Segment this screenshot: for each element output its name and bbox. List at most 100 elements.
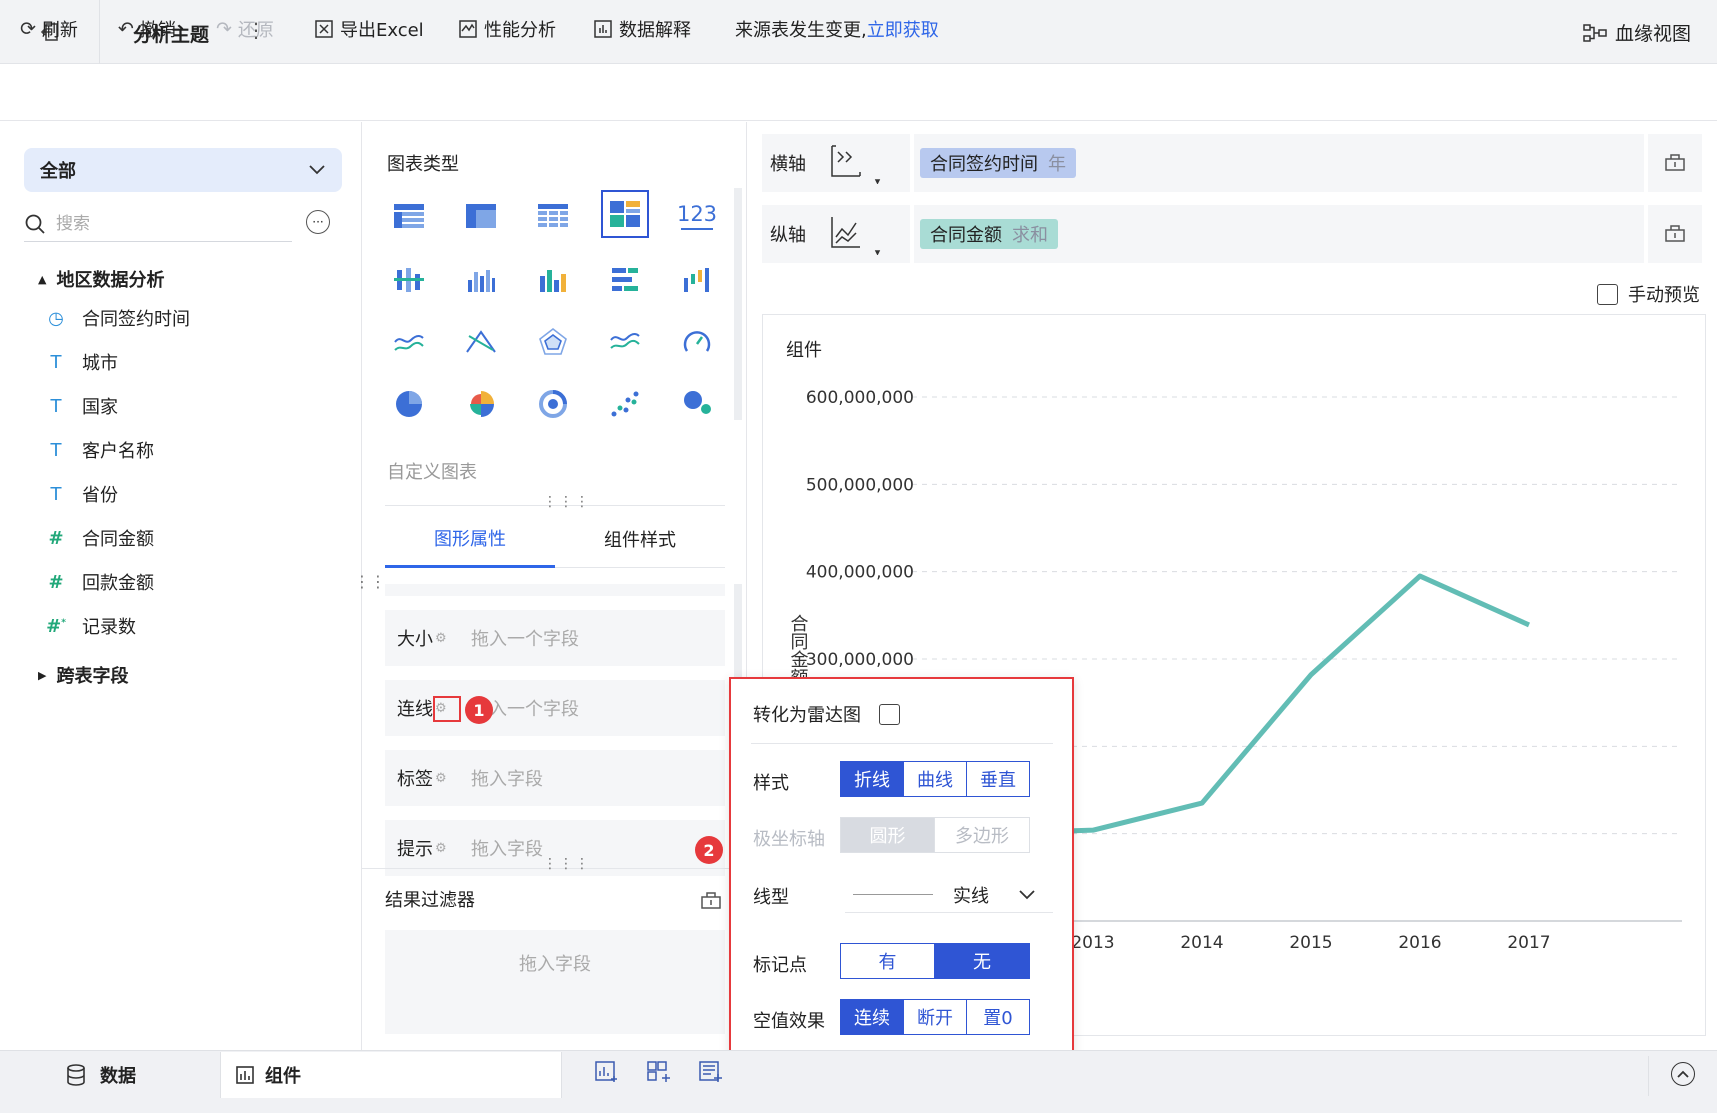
chart-type-scrollbar[interactable] <box>734 188 742 420</box>
more-options-icon[interactable]: ··· <box>306 210 330 234</box>
chart-type-line[interactable] <box>385 318 433 366</box>
chart-type-donut[interactable] <box>529 380 577 428</box>
property-scrollbar[interactable] <box>734 584 742 684</box>
field-customer-name[interactable]: T 客户名称 <box>46 437 155 463</box>
line-settings-popup: 转化为雷达图 样式 折线 曲线 垂直 极坐标轴 圆形 多边形 线型 实线 标记点… <box>729 677 1074 1063</box>
chart-type-gauge[interactable] <box>673 318 721 366</box>
search-icon <box>25 214 45 234</box>
chart-type-column[interactable] <box>457 256 505 304</box>
area-chart-icon <box>610 333 640 349</box>
field-contract-amount[interactable]: # 合同金额 <box>46 525 154 551</box>
bubble-chart-icon <box>684 391 711 414</box>
section-resize-handle[interactable]: ⋮⋮⋮ <box>543 494 591 510</box>
field-label: 城市 <box>82 353 118 374</box>
y-field-pill[interactable]: 合同金额 求和 <box>920 219 1058 249</box>
chart-type-multi-column[interactable] <box>529 256 577 304</box>
performance-button[interactable]: 性能分析 <box>458 16 556 42</box>
null-option-continuous[interactable]: 连续 <box>841 1000 904 1034</box>
panel-resize-handle[interactable]: ⋮⋮ <box>354 572 386 591</box>
collapse-up-icon[interactable] <box>1671 1062 1695 1086</box>
data-explain-icon <box>594 20 612 38</box>
toolbox-icon[interactable] <box>1664 152 1686 177</box>
tab-data[interactable]: 数据 <box>66 1062 136 1088</box>
add-component-icon[interactable] <box>594 1060 620 1089</box>
chart-type-cross-table[interactable] <box>457 192 505 240</box>
field-city[interactable]: T 城市 <box>46 349 119 375</box>
marker-option-no[interactable]: 无 <box>935 944 1029 978</box>
add-dashboard-icon[interactable] <box>646 1060 672 1089</box>
text-type-icon: T <box>50 351 62 373</box>
null-effect-label: 空值效果 <box>753 1011 825 1032</box>
field-payment-amount[interactable]: # 回款金额 <box>46 569 154 595</box>
field-record-count[interactable]: #* 记录数 <box>46 613 136 639</box>
polar-option-polygon[interactable]: 多边形 <box>935 818 1029 852</box>
style-option-polyline[interactable]: 折线 <box>841 762 904 796</box>
property-size[interactable]: 大小 ⚙ 拖入一个字段 <box>385 610 725 666</box>
tab-shape-properties[interactable]: 图形属性 <box>385 510 555 568</box>
field-province[interactable]: T 省份 <box>46 481 119 507</box>
redo-button[interactable]: ↷ 还原 <box>216 16 274 42</box>
tab-component[interactable]: 组件 <box>220 1052 562 1098</box>
gear-icon[interactable]: ⚙ <box>435 771 457 786</box>
gear-icon[interactable]: ⚙ <box>435 631 457 646</box>
chart-type-kpi[interactable]: 123 <box>673 192 721 240</box>
tab-component-label: 组件 <box>265 1066 301 1087</box>
polar-option-circle[interactable]: 圆形 <box>841 818 935 852</box>
chart-type-parallel[interactable] <box>457 318 505 366</box>
tab-component-style[interactable]: 组件样式 <box>555 510 725 568</box>
chart-type-waterfall[interactable] <box>673 256 721 304</box>
linetype-select[interactable]: 实线 <box>845 877 1053 913</box>
drop-placeholder: 拖入一个字段 <box>471 629 579 650</box>
marker-option-yes[interactable]: 有 <box>841 944 935 978</box>
toolbox-icon[interactable] <box>1664 223 1686 248</box>
gear-icon[interactable]: ⚙ <box>435 841 457 856</box>
field-label: 国家 <box>82 397 118 418</box>
lineage-view-button[interactable]: 血缘视图 <box>1583 19 1691 46</box>
style-option-curve[interactable]: 曲线 <box>904 762 967 796</box>
chart-type-table[interactable] <box>385 192 433 240</box>
null-option-break[interactable]: 断开 <box>904 1000 967 1034</box>
chart-type-scatter[interactable] <box>601 380 649 428</box>
lineage-label: 血缘视图 <box>1614 23 1691 45</box>
chart-type-bubble[interactable] <box>673 380 721 428</box>
chart-type-bar[interactable] <box>601 256 649 304</box>
radar-checkbox[interactable] <box>879 703 900 725</box>
chart-type-custom-selected[interactable] <box>601 190 649 238</box>
refresh-button[interactable]: ⟳ 刷新 <box>20 16 78 42</box>
y-axis-icon[interactable] <box>830 215 882 260</box>
filter-settings-icon[interactable] <box>700 890 722 915</box>
style-option-vertical[interactable]: 垂直 <box>967 762 1029 796</box>
group-cross-table[interactable]: ▶ 跨表字段 <box>38 662 128 688</box>
chart-type-rose[interactable] <box>457 380 505 428</box>
manual-preview-checkbox[interactable]: 手动预览 <box>1597 281 1700 307</box>
checkbox[interactable] <box>1597 283 1618 305</box>
chevron-down-icon <box>1019 884 1035 905</box>
filter-drop-zone[interactable]: 拖入字段 <box>385 930 725 1034</box>
field-label: 合同签约时间 <box>82 309 190 330</box>
add-report-icon[interactable] <box>698 1060 724 1089</box>
chart-type-grouped-table[interactable] <box>385 256 433 304</box>
divider <box>1648 1056 1649 1096</box>
column-chart-icon <box>468 270 495 292</box>
custom-chart-label: 自定义图表 <box>387 462 477 483</box>
section-resize-handle[interactable]: ⋮⋮⋮ <box>543 856 591 872</box>
x-tick-label: 2013 <box>1071 933 1114 953</box>
export-excel-button[interactable]: 导出Excel <box>314 16 424 42</box>
null-option-zero[interactable]: 置0 <box>967 1000 1029 1034</box>
chart-type-pie[interactable] <box>385 380 433 428</box>
scope-select[interactable]: 全部 <box>24 148 342 192</box>
fetch-now-link[interactable]: 立即获取 <box>867 20 939 41</box>
data-explain-button[interactable]: 数据解释 <box>593 16 691 42</box>
chart-type-area[interactable] <box>601 318 649 366</box>
group-region-analysis[interactable]: ▲ 地区数据分析 <box>38 266 164 292</box>
field-country[interactable]: T 国家 <box>46 393 119 419</box>
chart-type-radar[interactable] <box>529 318 577 366</box>
x-tick-label: 2016 <box>1398 933 1441 953</box>
field-contract-date[interactable]: ◷ 合同签约时间 <box>46 305 190 331</box>
search-input[interactable] <box>56 213 256 234</box>
property-label[interactable]: 标签 ⚙ 拖入字段 <box>385 750 725 806</box>
x-field-pill[interactable]: 合同签约时间年 <box>920 148 1076 178</box>
x-axis-icon[interactable] <box>830 144 882 189</box>
chart-type-detail-table[interactable] <box>529 192 577 240</box>
undo-button[interactable]: ↶ 撤销 <box>118 16 176 42</box>
